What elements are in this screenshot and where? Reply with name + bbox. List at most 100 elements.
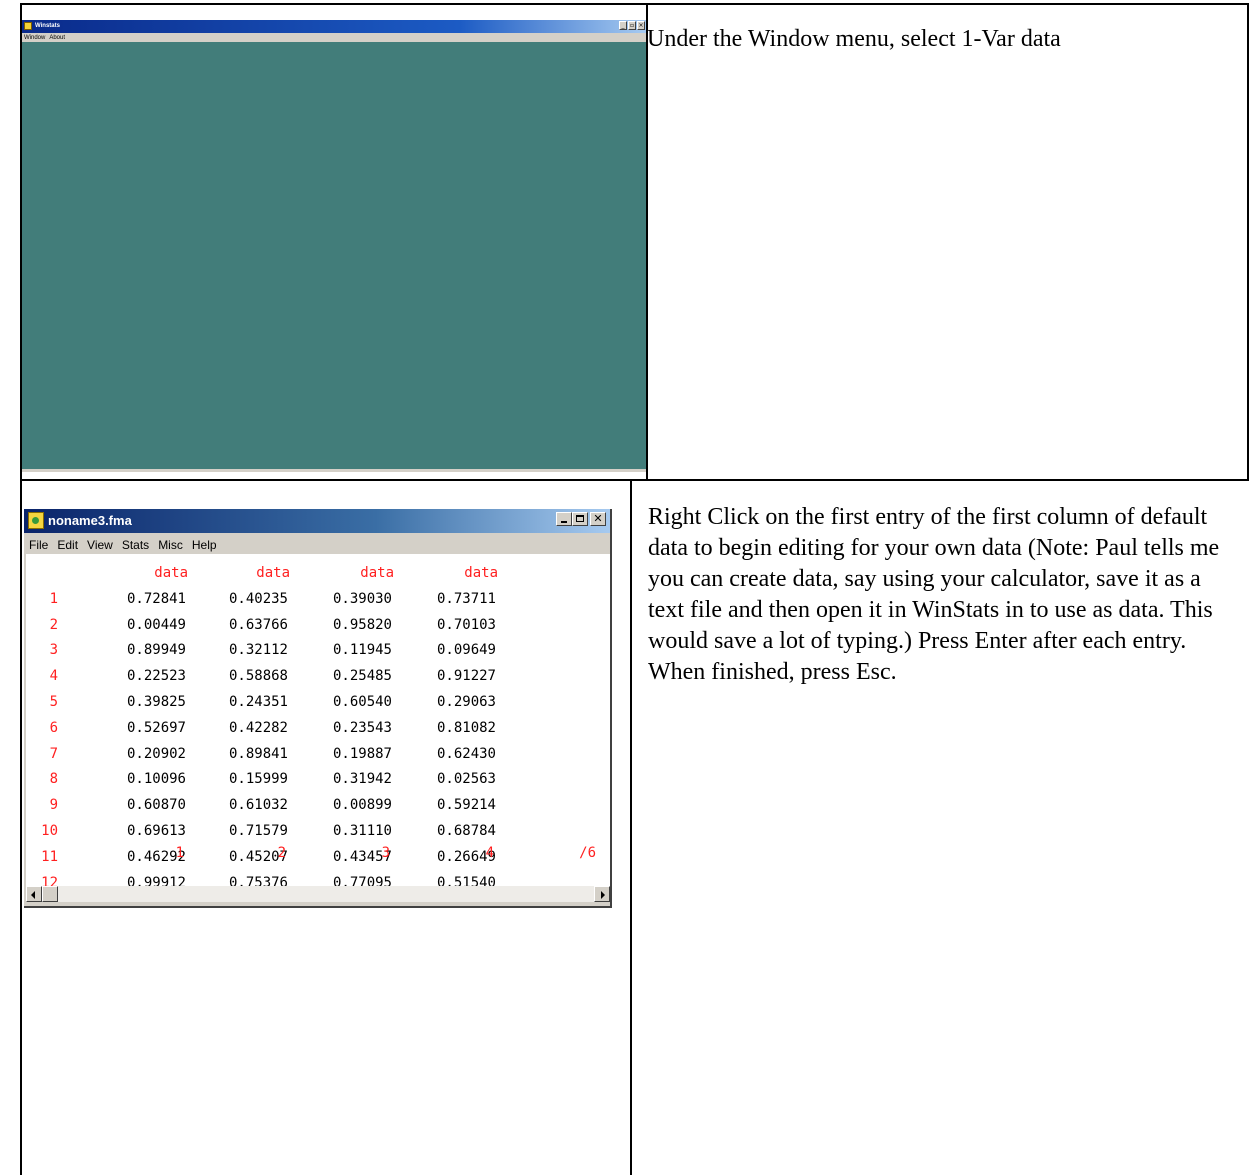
data-cell[interactable]: 0.10096 (86, 770, 186, 788)
instruction-text-2: Right Click on the first entry of the fi… (648, 504, 1220, 685)
table-divider-top-row (646, 3, 648, 480)
column-number: 3 (381, 845, 390, 861)
row-number: 5 (49, 694, 58, 710)
row-number: 1 (49, 590, 58, 607)
table-border-top (20, 3, 1249, 5)
data-window: noname3.fma ✕ File Edit View Stats Misc … (24, 509, 612, 908)
data-cell[interactable]: 0.20902 (86, 745, 186, 763)
spreadsheet-app-icon (28, 512, 44, 529)
data-cell[interactable]: 0.63766 (188, 616, 288, 634)
table-border-middle (20, 479, 1249, 481)
minimize-button[interactable] (556, 512, 572, 526)
data-cell[interactable]: 0.70103 (396, 616, 496, 634)
column-total: /6 (579, 845, 596, 861)
menu-help[interactable]: Help (185, 538, 219, 552)
data-cell[interactable]: 0.58868 (188, 667, 288, 685)
menu-edit[interactable]: Edit (50, 538, 80, 552)
minimize-icon (561, 521, 567, 523)
data-cell[interactable]: 0.00899 (292, 796, 392, 814)
restore-button[interactable]: ▫ (628, 21, 636, 30)
instruction-text-1: Under the Window menu, select 1-Var data (647, 26, 1061, 52)
data-cell[interactable]: 0.89949 (86, 641, 186, 659)
row-number: 2 (49, 616, 58, 633)
data-cell[interactable]: 0.89841 (188, 745, 288, 763)
winstats-titlebar: Winstats _ ▫ × (22, 20, 646, 33)
data-cell[interactable]: 0.60870 (86, 796, 186, 814)
column-header: data (256, 565, 290, 581)
data-window-title: noname3.fma (48, 513, 132, 528)
data-cell[interactable]: 0.39030 (292, 590, 392, 608)
minimize-button[interactable]: _ (619, 21, 627, 30)
data-cell[interactable]: 0.15999 (188, 770, 288, 788)
data-cell[interactable]: 0.29063 (396, 693, 496, 711)
data-cell[interactable]: 0.25485 (292, 667, 392, 685)
row-number: 8 (49, 771, 58, 788)
data-cell[interactable]: 0.42282 (188, 719, 288, 737)
row-number: 9 (49, 797, 58, 814)
data-cell[interactable]: 0.31110 (292, 822, 392, 840)
data-cell[interactable]: 0.68784 (396, 822, 496, 840)
winstats-menubar: Window About (22, 33, 646, 42)
data-cell[interactable]: 0.59214 (396, 796, 496, 814)
menu-view[interactable]: View (80, 538, 115, 552)
data-cell[interactable]: 0.95820 (292, 616, 392, 634)
column-header: data (464, 565, 498, 581)
data-cell[interactable]: 0.72841 (86, 590, 186, 608)
horizontal-scrollbar[interactable] (26, 886, 610, 902)
winstats-app-icon (24, 22, 32, 30)
data-cell[interactable]: 0.11945 (292, 641, 392, 659)
data-window-menubar: File Edit View Stats Misc Help (24, 535, 610, 554)
data-cell[interactable]: 0.52697 (86, 719, 186, 737)
row-number: 7 (49, 745, 58, 762)
row-number: 6 (49, 719, 58, 736)
data-cell[interactable]: 0.69613 (86, 822, 186, 840)
data-cell[interactable]: 0.32112 (188, 641, 288, 659)
data-cell[interactable]: 0.71579 (188, 822, 288, 840)
menu-stats[interactable]: Stats (115, 538, 151, 552)
data-cell[interactable]: 0.39825 (86, 693, 186, 711)
column-header: data (360, 565, 394, 581)
data-cell[interactable]: 0.40235 (188, 590, 288, 608)
scroll-left-button[interactable] (26, 886, 42, 902)
data-cell[interactable]: 0.61032 (188, 796, 288, 814)
maximize-button[interactable] (572, 512, 588, 526)
data-cell[interactable]: 0.22523 (86, 667, 186, 685)
column-number: 1 (175, 845, 184, 861)
data-cell[interactable]: 0.73711 (396, 590, 496, 608)
close-icon: ✕ (593, 512, 603, 525)
data-cell[interactable]: 0.02563 (396, 770, 496, 788)
row-number: 4 (49, 668, 58, 685)
arrow-left-icon (31, 891, 35, 899)
winstats-main-window: Winstats _ ▫ × Window About (22, 20, 646, 472)
menu-misc[interactable]: Misc (151, 538, 185, 552)
data-cell[interactable]: 0.62430 (396, 745, 496, 763)
data-cell[interactable]: 0.09649 (396, 641, 496, 659)
winstats-bottom-edge (22, 469, 646, 472)
column-number: 4 (485, 845, 494, 861)
scroll-right-button[interactable] (594, 886, 610, 902)
data-cell[interactable]: 0.24351 (188, 693, 288, 711)
column-header: data (154, 565, 188, 581)
maximize-icon (576, 515, 584, 522)
menu-window[interactable]: Window (22, 35, 47, 41)
row-number: 11 (41, 848, 58, 865)
row-number: 3 (49, 642, 58, 659)
data-cell[interactable]: 0.00449 (86, 616, 186, 634)
arrow-right-icon (601, 891, 605, 899)
data-cell[interactable]: 0.60540 (292, 693, 392, 711)
data-cell[interactable]: 0.91227 (396, 667, 496, 685)
menu-about[interactable]: About (47, 35, 67, 41)
data-grid[interactable]: data data data data 1 0.72841 0.40235 0.39030 0.… (26, 554, 610, 891)
menu-file[interactable]: File (24, 538, 50, 552)
row-number: 10 (41, 823, 58, 839)
data-cell[interactable]: 0.31942 (292, 770, 392, 788)
data-cell[interactable]: 0.19887 (292, 745, 392, 763)
winstats-title: Winstats (35, 23, 60, 29)
table-divider-bottom-row (630, 479, 632, 1175)
data-cell[interactable]: 0.81082 (396, 719, 496, 737)
close-button[interactable]: × (637, 21, 645, 30)
data-cell[interactable]: 0.23543 (292, 719, 392, 737)
close-button[interactable]: ✕ (590, 512, 606, 526)
data-window-titlebar: noname3.fma ✕ (24, 509, 610, 533)
scroll-thumb[interactable] (42, 886, 58, 902)
